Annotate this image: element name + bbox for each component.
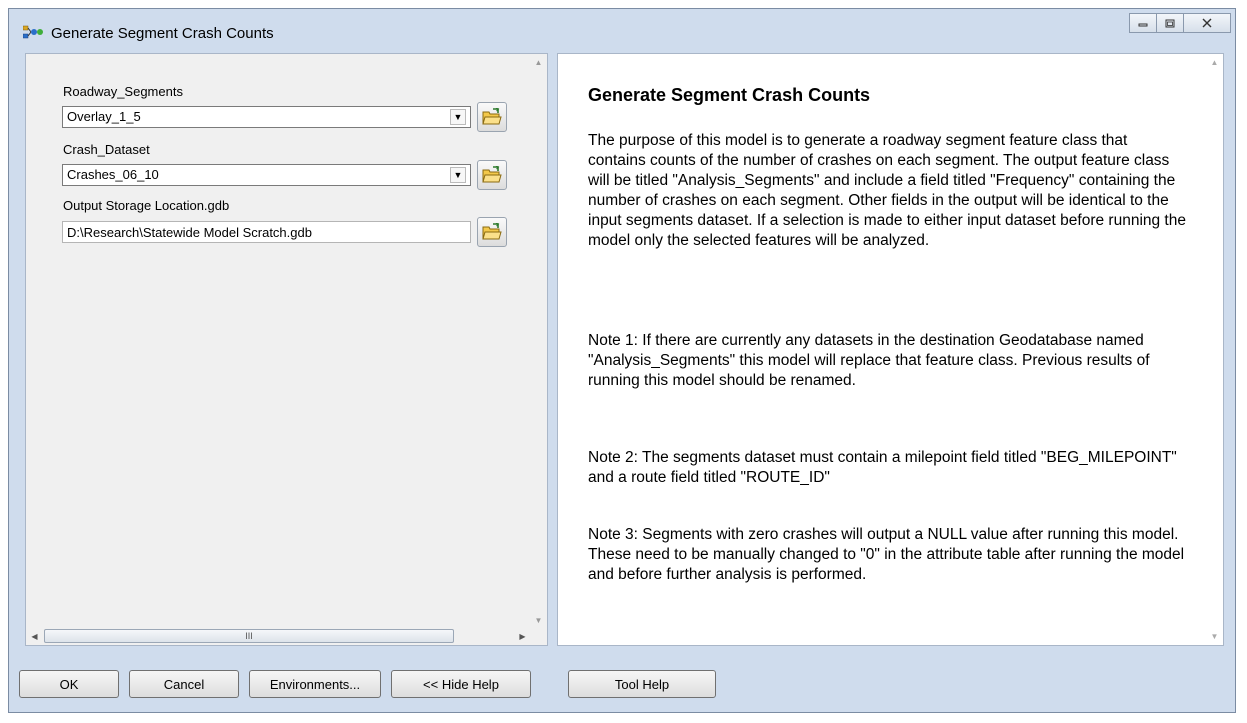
scroll-right-arrow-icon[interactable]: ▶ <box>514 628 531 645</box>
close-icon <box>1202 18 1212 28</box>
scroll-left-arrow-icon[interactable]: ◀ <box>26 628 43 645</box>
parameters-horizontal-scrollbar[interactable]: ◀ III ▶ <box>26 628 531 645</box>
open-folder-icon <box>482 108 502 125</box>
window-title: Generate Segment Crash Counts <box>51 25 274 42</box>
scroll-down-arrow-icon[interactable]: ▼ <box>1206 628 1223 645</box>
close-button[interactable] <box>1183 13 1231 33</box>
help-paragraph-note-3: Note 3: Segments with zero crashes will … <box>588 526 1185 583</box>
parameters-vertical-scrollbar[interactable]: ▲ ▼ <box>530 54 547 629</box>
output-location-label: Output Storage Location.gdb <box>63 198 230 213</box>
window-controls <box>1129 13 1231 33</box>
help-paragraph-note-2: Note 2: The segments dataset must contai… <box>588 449 1177 486</box>
tool-help-button[interactable]: Tool Help <box>568 670 716 698</box>
output-location-value: D:\Research\Statewide Model Scratch.gdb <box>67 225 312 240</box>
parameters-pane: Roadway_Segments Overlay_1_5 ▼ Crash_Dat… <box>25 53 548 646</box>
cancel-button[interactable]: Cancel <box>129 670 239 698</box>
help-pane: Generate Segment Crash Counts The purpos… <box>557 53 1224 646</box>
output-location-input[interactable]: D:\Research\Statewide Model Scratch.gdb <box>62 221 471 243</box>
open-folder-icon <box>482 223 502 240</box>
environments-button[interactable]: Environments... <box>249 670 381 698</box>
roadway-segments-label: Roadway_Segments <box>63 84 183 99</box>
ok-button[interactable]: OK <box>19 670 119 698</box>
scroll-up-arrow-icon[interactable]: ▲ <box>1206 54 1223 71</box>
minimize-icon <box>1138 23 1148 27</box>
maximize-button[interactable] <box>1156 13 1184 33</box>
hide-help-button[interactable]: << Hide Help <box>391 670 531 698</box>
crash-dataset-label: Crash_Dataset <box>63 142 150 157</box>
scroll-down-arrow-icon[interactable]: ▼ <box>530 612 547 629</box>
open-folder-icon <box>482 166 502 183</box>
scrollbar-thumb[interactable]: III <box>44 629 454 643</box>
roadway-segments-value: Overlay_1_5 <box>67 109 141 124</box>
dropdown-arrow-icon[interactable]: ▼ <box>450 167 466 183</box>
scroll-up-arrow-icon[interactable]: ▲ <box>530 54 547 71</box>
crash-dataset-value: Crashes_06_10 <box>67 167 159 182</box>
dropdown-arrow-icon[interactable]: ▼ <box>450 109 466 125</box>
output-location-browse-button[interactable] <box>477 217 507 247</box>
crash-dataset-browse-button[interactable] <box>477 160 507 190</box>
title-bar: Generate Segment Crash Counts <box>9 9 1235 53</box>
roadway-segments-browse-button[interactable] <box>477 102 507 132</box>
maximize-icon <box>1165 19 1175 27</box>
help-paragraph-purpose: The purpose of this model is to generate… <box>588 132 1186 249</box>
roadway-segments-combo[interactable]: Overlay_1_5 ▼ <box>62 106 471 128</box>
help-vertical-scrollbar[interactable]: ▲ ▼ <box>1206 54 1223 645</box>
minimize-button[interactable] <box>1129 13 1157 33</box>
tool-dialog-window: Generate Segment Crash Counts Roadway_Se… <box>8 8 1236 713</box>
model-icon <box>22 25 43 39</box>
help-paragraph-note-1: Note 1: If there are currently any datas… <box>588 332 1150 389</box>
help-title: Generate Segment Crash Counts <box>588 85 871 105</box>
crash-dataset-combo[interactable]: Crashes_06_10 ▼ <box>62 164 471 186</box>
